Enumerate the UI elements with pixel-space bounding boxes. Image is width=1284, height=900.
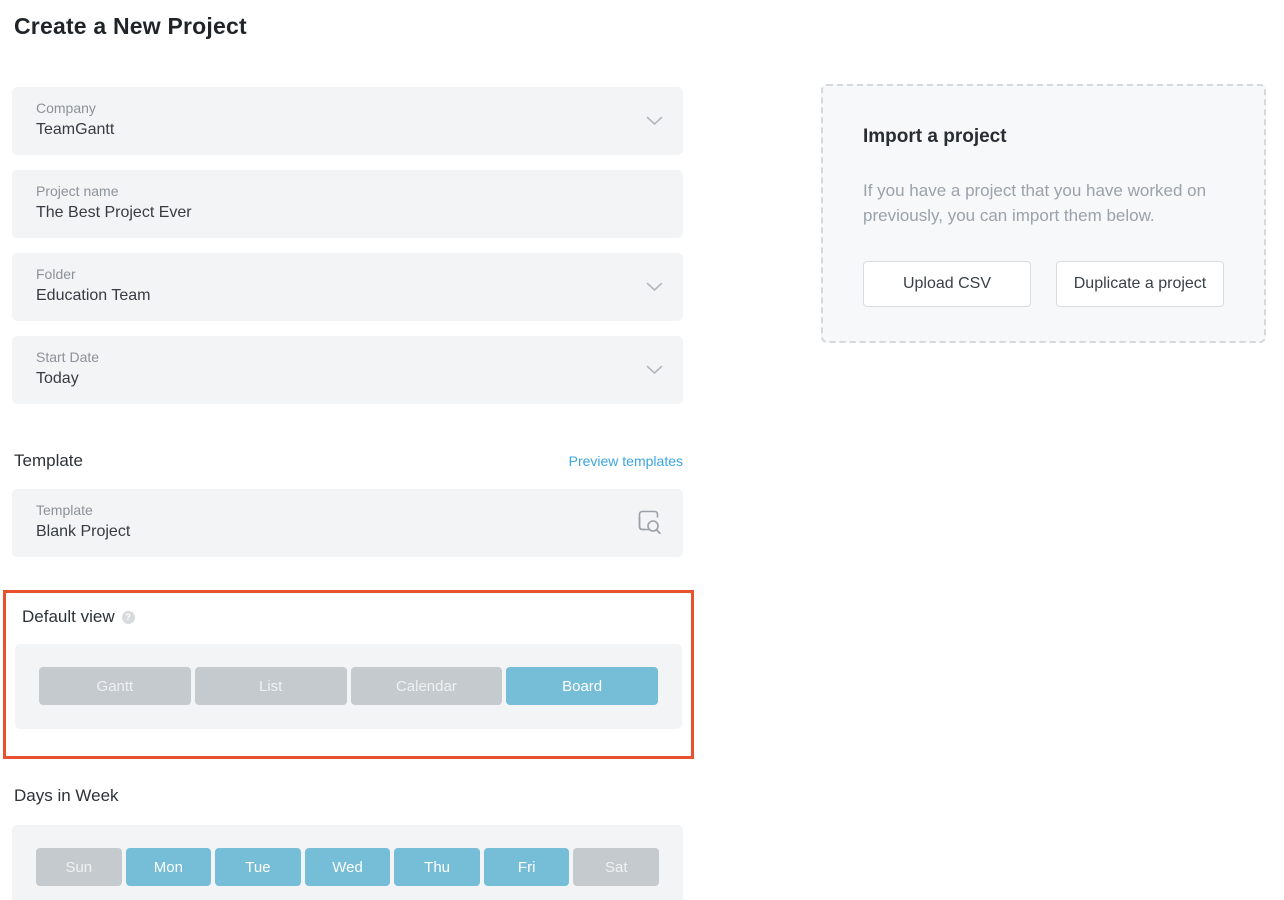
default-view-options: Gantt List Calendar Board (15, 644, 682, 729)
create-project-page: Create a New Project Company TeamGantt P… (0, 0, 1284, 900)
template-label: Template (36, 502, 623, 518)
default-view-header: Default view ? (20, 607, 682, 627)
company-dropdown[interactable]: Company TeamGantt (12, 87, 683, 155)
import-panel-description: If you have a project that you have work… (863, 178, 1224, 228)
default-view-title: Default view (22, 607, 115, 627)
template-section-header: Template Preview templates (12, 451, 683, 471)
folder-dropdown[interactable]: Folder Education Team (12, 253, 683, 321)
import-actions: Upload CSV Duplicate a project (863, 261, 1224, 307)
view-option-board[interactable]: Board (506, 667, 658, 705)
day-button-mon[interactable]: Mon (126, 848, 212, 886)
import-panel-title: Import a project (863, 126, 1224, 148)
start-date-value: Today (36, 370, 623, 388)
day-button-sun[interactable]: Sun (36, 848, 122, 886)
project-form: Create a New Project Company TeamGantt P… (12, 0, 683, 900)
folder-value: Education Team (36, 287, 623, 305)
help-icon[interactable]: ? (122, 611, 135, 624)
day-button-fri[interactable]: Fri (484, 848, 570, 886)
chevron-down-icon (646, 282, 663, 292)
highlight-annotation: Default view ? Gantt List Calendar Board (3, 590, 694, 759)
preview-templates-link[interactable]: Preview templates (569, 453, 683, 469)
day-button-thu[interactable]: Thu (394, 848, 480, 886)
template-section-title: Template (14, 451, 83, 471)
template-picker[interactable]: Template Blank Project (12, 489, 683, 557)
template-value: Blank Project (36, 523, 623, 541)
project-name-value: The Best Project Ever (36, 204, 623, 222)
import-project-panel: Import a project If you have a project t… (821, 84, 1266, 343)
company-label: Company (36, 100, 623, 116)
chevron-down-icon (646, 116, 663, 126)
day-button-tue[interactable]: Tue (215, 848, 301, 886)
project-name-input[interactable]: Project name The Best Project Ever (12, 170, 683, 238)
template-search-icon[interactable] (637, 509, 663, 537)
chevron-down-icon (646, 365, 663, 375)
day-button-sat[interactable]: Sat (573, 848, 659, 886)
company-value: TeamGantt (36, 121, 623, 139)
start-date-dropdown[interactable]: Start Date Today (12, 336, 683, 404)
page-title: Create a New Project (14, 13, 683, 40)
start-date-label: Start Date (36, 349, 623, 365)
day-button-wed[interactable]: Wed (305, 848, 391, 886)
days-in-week-options: Sun Mon Tue Wed Thu Fri Sat (12, 825, 683, 900)
view-option-calendar[interactable]: Calendar (351, 667, 503, 705)
days-in-week-title: Days in Week (14, 786, 683, 806)
view-option-gantt[interactable]: Gantt (39, 667, 191, 705)
upload-csv-button[interactable]: Upload CSV (863, 261, 1031, 307)
duplicate-project-button[interactable]: Duplicate a project (1056, 261, 1224, 307)
folder-label: Folder (36, 266, 623, 282)
view-option-list[interactable]: List (195, 667, 347, 705)
project-name-label: Project name (36, 183, 623, 199)
